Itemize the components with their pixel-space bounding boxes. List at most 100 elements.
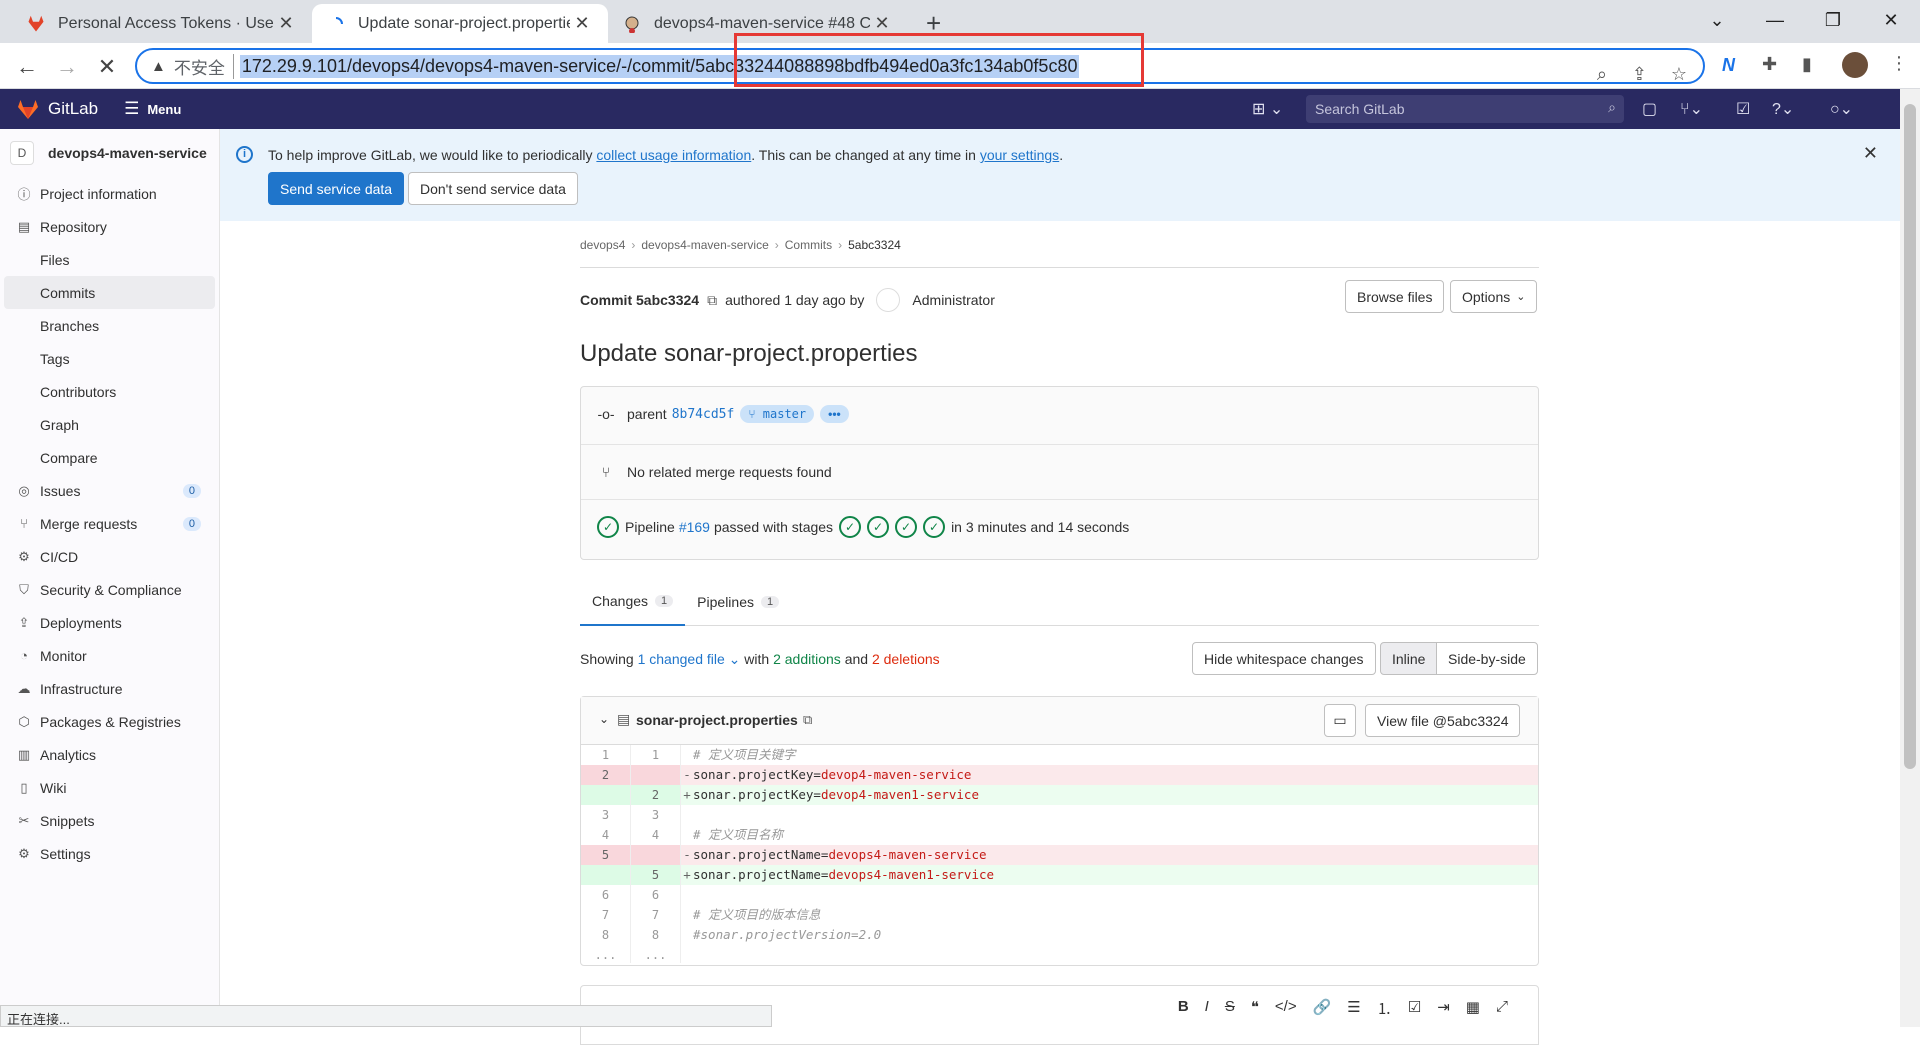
browser-menu-icon[interactable]: ⋮ [1890,53,1908,74]
more-refs-button[interactable]: ••• [820,405,849,423]
new-line-number[interactable]: ... [631,945,681,963]
close-window-icon[interactable]: ✕ [1862,0,1920,40]
breadcrumb-item[interactable]: devops4 [580,238,625,252]
avatar[interactable] [876,288,901,312]
quote-icon[interactable]: ❝ [1251,998,1259,1019]
url-text[interactable]: 172.29.9.101/devops4/devops4-maven-servi… [239,54,1080,78]
old-line-number[interactable]: 4 [581,825,631,845]
merge-requests-icon[interactable]: ⑂⌄ [1680,99,1703,119]
menu-button[interactable]: ☰ Menu [124,99,181,119]
browser-tab-commit[interactable]: Update sonar-project.propertie ✕ [312,4,608,43]
old-line-number[interactable]: 2 [581,765,631,785]
back-arrow-icon[interactable]: ← [10,50,44,84]
new-line-number[interactable]: 5 [631,865,681,885]
project-header[interactable]: D devops4-maven-service [0,129,219,177]
sidebar-item-tags[interactable]: Tags [0,342,219,375]
sidebar-item-repository[interactable]: ▤ Repository [0,210,219,243]
old-line-number[interactable]: 5 [581,845,631,865]
changed-files-dropdown[interactable]: 1 changed file ⌄ [638,651,741,667]
bullet-list-icon[interactable]: ☰ [1347,998,1360,1019]
new-line-number[interactable]: 2 [631,785,681,805]
new-line-number[interactable]: 4 [631,825,681,845]
gitlab-logo[interactable]: GitLab [16,98,98,120]
your-settings-link[interactable]: your settings [980,147,1059,163]
sidebar-item-monitor[interactable]: ◔ Monitor [0,639,219,672]
profile-avatar[interactable] [1842,52,1868,78]
parent-sha-link[interactable]: 8b74cd5f [672,407,735,422]
stop-loading-icon[interactable]: ✕ [90,50,124,84]
stage-success-icon[interactable]: ✓ [839,516,862,538]
browser-tab-jenkins[interactable]: devops4-maven-service #48 C ✕ [608,4,908,43]
old-line-number[interactable]: 6 [581,885,631,905]
inline-view-button[interactable]: Inline [1380,642,1438,675]
send-service-data-button[interactable]: Send service data [268,172,405,205]
scrollbar-thumb[interactable] [1904,104,1916,769]
sidepanel-icon[interactable]: ▮ [1802,54,1812,75]
sidebar-item-deployments[interactable]: ⇪ Deployments [0,606,219,639]
diff-filename[interactable]: sonar-project.properties [636,712,798,728]
tab-close-icon[interactable]: ✕ [570,13,594,34]
options-dropdown[interactable]: Options ⌄ [1450,280,1538,313]
minimize-icon[interactable]: — [1746,0,1804,40]
stage-success-icon[interactable]: ✓ [895,516,918,538]
tab-search-icon[interactable]: ⌄ [1688,0,1746,40]
collapsible-icon[interactable]: ⇥ [1437,998,1450,1019]
sidebar-item-files[interactable]: Files [0,243,219,276]
issues-icon[interactable]: ▢ [1642,99,1657,119]
tab-pipelines[interactable]: Pipelines 1 [685,578,791,626]
tab-changes[interactable]: Changes 1 [580,578,686,626]
stage-success-icon[interactable]: ✓ [923,516,946,538]
sidebar-item-branches[interactable]: Branches [0,309,219,342]
sidebar-item-packages[interactable]: ⬡ Packages & Registries [0,705,219,738]
link-icon[interactable]: 🔗 [1313,998,1332,1019]
sidebar-item-contributors[interactable]: Contributors [0,375,219,408]
sidebar-item-cicd[interactable]: ⚙ CI/CD [0,540,219,573]
sidebar-item-wiki[interactable]: ▯ Wiki [0,771,219,804]
new-line-number[interactable]: 7 [631,905,681,925]
pipeline-link[interactable]: #169 [679,519,710,535]
share-icon[interactable]: ⇪ [1632,64,1647,85]
dont-send-service-data-button[interactable]: Don't send service data [408,172,578,205]
task-list-icon[interactable]: ☑ [1408,998,1421,1019]
table-icon[interactable]: ▦ [1466,998,1480,1019]
sidebar-item-issues[interactable]: ◎ Issues 0 [0,474,219,507]
fullscreen-icon[interactable]: ⤢ [1496,998,1508,1019]
side-by-side-button[interactable]: Side-by-side [1436,642,1538,675]
new-line-number[interactable] [631,765,681,785]
stage-success-icon[interactable]: ✓ [867,516,890,538]
author-name[interactable]: Administrator [912,292,994,308]
numbered-list-icon[interactable]: ⒈ [1377,998,1392,1019]
diff-expand-line[interactable]: ...... [581,945,1538,963]
status-success-icon[interactable]: ✓ [597,516,619,538]
old-line-number[interactable]: 3 [581,805,631,825]
view-file-button[interactable]: View file @5abc3324 [1365,704,1521,737]
forward-arrow-icon[interactable]: → [50,50,84,84]
old-line-number[interactable] [581,785,631,805]
sidebar-item-commits[interactable]: Commits [4,276,215,309]
old-line-number[interactable]: ... [581,945,631,963]
bold-icon[interactable]: B [1178,998,1189,1019]
breadcrumb-current[interactable]: 5abc3324 [848,238,901,252]
extension-n-icon[interactable]: N [1722,55,1735,76]
code-icon[interactable]: </> [1275,998,1297,1019]
hide-whitespace-button[interactable]: Hide whitespace changes [1192,642,1376,675]
comment-icon[interactable]: ▭ [1324,704,1356,737]
create-new-icon[interactable]: ⊞ ⌄ [1252,99,1283,119]
old-line-number[interactable]: 1 [581,745,631,765]
sidebar-item-security[interactable]: ⛉ Security & Compliance [0,573,219,606]
restore-icon[interactable]: ❐ [1804,0,1862,40]
new-line-number[interactable] [631,845,681,865]
sidebar-item-graph[interactable]: Graph [0,408,219,441]
new-line-number[interactable]: 8 [631,925,681,945]
zoom-icon[interactable]: ⌕ [1597,64,1607,85]
browser-tab-tokens[interactable]: Personal Access Tokens · User ✕ [12,4,312,43]
close-icon[interactable]: ✕ [1863,143,1878,164]
italic-icon[interactable]: I [1205,998,1209,1019]
sidebar-item-snippets[interactable]: ✂ Snippets [0,804,219,837]
tab-close-icon[interactable]: ✕ [870,13,894,34]
sidebar-item-compare[interactable]: Compare [0,441,219,474]
sidebar-item-merge-requests[interactable]: ⑂ Merge requests 0 [0,507,219,540]
address-bar[interactable]: ▲ 不安全 172.29.9.101/devops4/devops4-maven… [135,48,1705,84]
user-avatar-icon[interactable]: ○⌄ [1830,99,1853,119]
new-line-number[interactable]: 6 [631,885,681,905]
